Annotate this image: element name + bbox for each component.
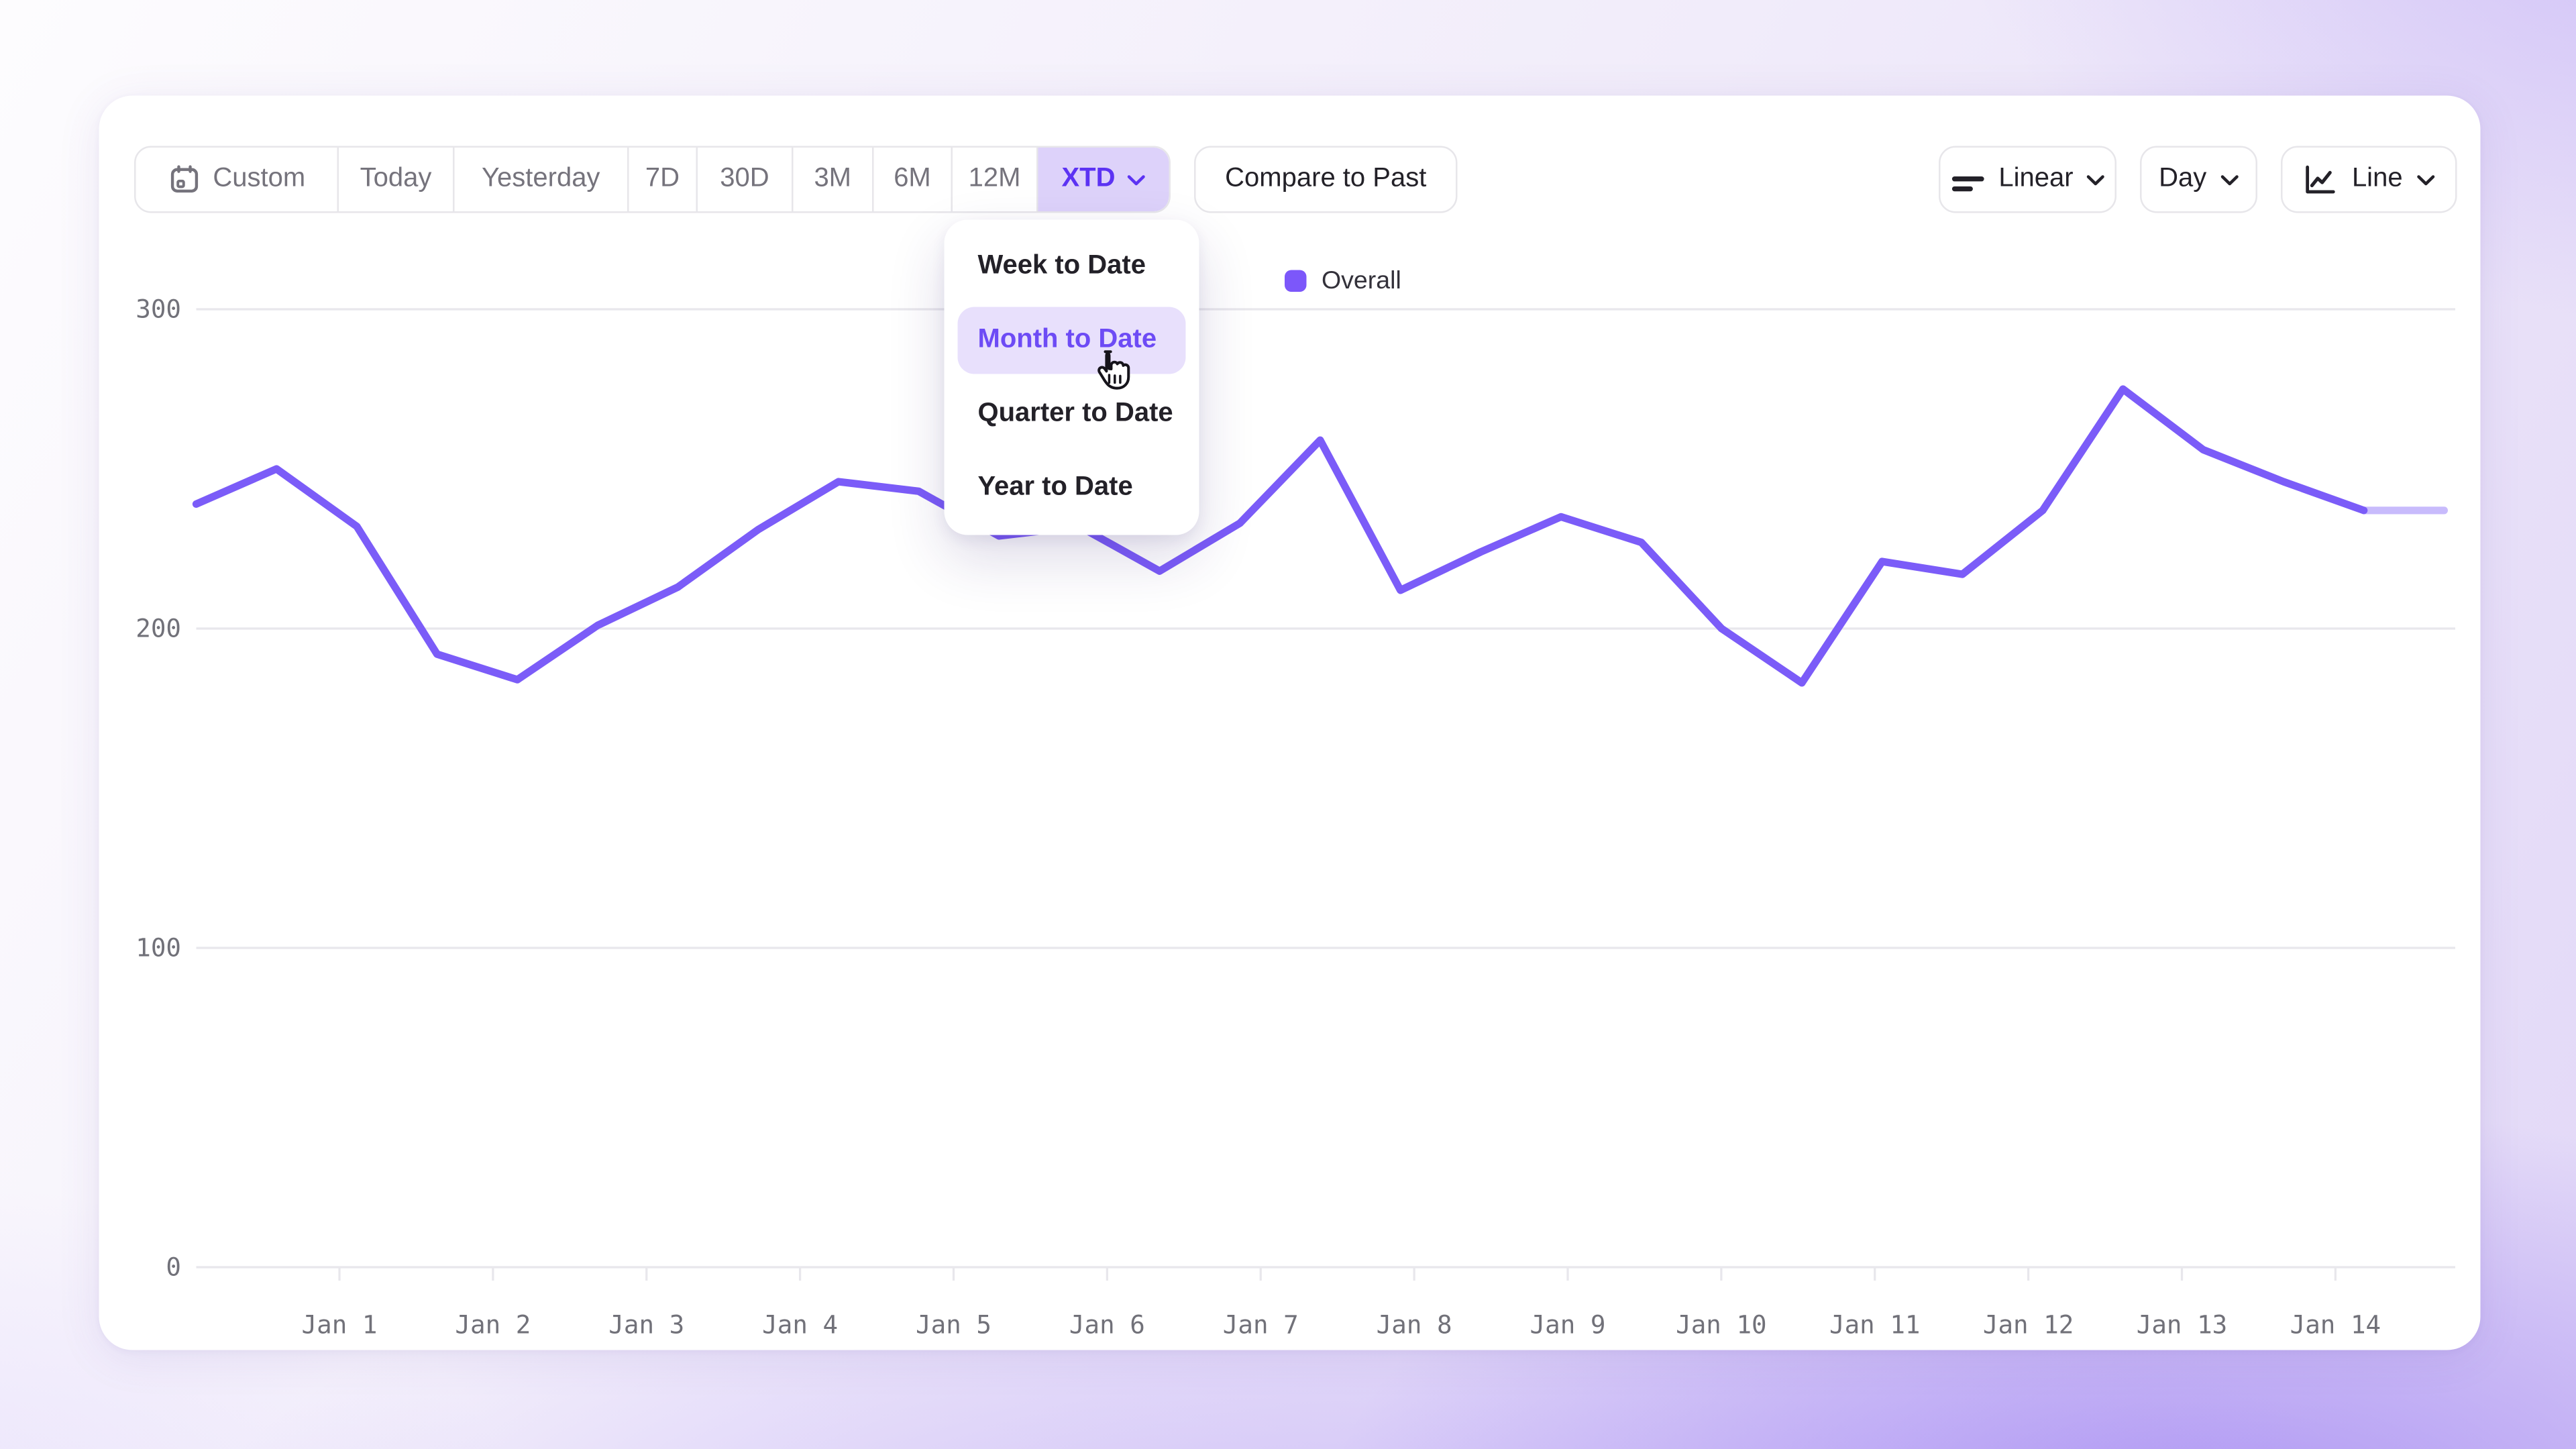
x-axis-label: Jan 6 — [1069, 1310, 1145, 1340]
calendar-icon — [168, 163, 201, 197]
page: 0 100 200 300 Jan 1 Jan 2 Jan 3 Jan 4 Jan 5 Jan 6… — [0, 0, 2576, 1449]
range-button-yesterday[interactable]: Yesterday — [455, 148, 629, 211]
chevron-down-icon — [2416, 174, 2435, 186]
x-axis-label: Jan 9 — [1530, 1310, 1606, 1340]
chevron-down-icon — [2087, 174, 2106, 186]
range-button-30d[interactable]: 30D — [698, 148, 794, 211]
line-chart-icon — [2303, 162, 2339, 197]
compare-to-past-label: Compare to Past — [1225, 164, 1426, 195]
granularity-select-label: Day — [2159, 164, 2206, 195]
chart-card: 0 100 200 300 Jan 1 Jan 2 Jan 3 Jan 4 Jan 5 Jan 6… — [99, 96, 2481, 1350]
toolbar: Custom Today Yesterday 7D 30D 3M 6M 12M … — [134, 146, 2457, 213]
compare-to-past-button[interactable]: Compare to Past — [1194, 146, 1458, 213]
x-axis-label: Jan 7 — [1223, 1310, 1299, 1340]
range-button-6m[interactable]: 6M — [874, 148, 953, 211]
series-line-overall — [197, 389, 2364, 683]
chart-type-select-label: Line — [2352, 164, 2403, 195]
x-axis-label: Jan 10 — [1676, 1310, 1766, 1340]
menu-item-week-to-date[interactable]: Week to Date — [958, 233, 1186, 301]
chart-options-cluster: Linear Day Line — [1939, 146, 2457, 213]
x-axis-label: Jan 2 — [455, 1310, 531, 1340]
range-button-xtd[interactable]: XTD — [1038, 148, 1169, 211]
menu-item-month-to-date[interactable]: Month to Date — [958, 307, 1186, 374]
range-button-label: Today — [360, 164, 432, 195]
chart-type-select-button[interactable]: Line — [2281, 146, 2457, 213]
x-axis-label: Jan 5 — [916, 1310, 991, 1340]
x-axis-label: Jan 12 — [1983, 1310, 2074, 1340]
range-button-label: 12M — [969, 164, 1021, 195]
menu-item-quarter-to-date[interactable]: Quarter to Date — [958, 381, 1186, 448]
range-button-12m[interactable]: 12M — [953, 148, 1038, 211]
range-button-7d[interactable]: 7D — [629, 148, 698, 211]
menu-item-year-to-date[interactable]: Year to Date — [958, 455, 1186, 522]
x-axis-label: Jan 13 — [2137, 1310, 2227, 1340]
x-axis-label: Jan 3 — [608, 1310, 684, 1340]
range-button-3m[interactable]: 3M — [794, 148, 874, 211]
menu-item-label: Week to Date — [978, 252, 1146, 282]
granularity-select-button[interactable]: Day — [2140, 146, 2257, 213]
scale-select-button[interactable]: Linear — [1939, 146, 2116, 213]
scale-select-label: Linear — [1998, 164, 2073, 195]
xtd-dropdown-menu: Week to Date Month to Date Quarter to Da… — [945, 220, 1199, 535]
x-axis-label: Jan 11 — [1829, 1310, 1920, 1340]
menu-item-label: Year to Date — [978, 473, 1133, 503]
linear-scale-icon — [1950, 162, 1986, 197]
range-button-label: XTD — [1062, 164, 1116, 195]
legend-swatch-overall — [1285, 270, 1307, 292]
y-axis-label-100: 100 — [136, 933, 181, 963]
x-axis-label: Jan 4 — [762, 1310, 838, 1340]
x-axis-label: Jan 8 — [1377, 1310, 1452, 1340]
y-axis-label-300: 300 — [136, 294, 181, 324]
legend: Overall — [1285, 267, 1401, 296]
hand-cursor-icon — [1092, 349, 1132, 396]
range-button-today[interactable]: Today — [339, 148, 455, 211]
x-axis-label: Jan 14 — [2290, 1310, 2381, 1340]
y-axis-label-0: 0 — [166, 1252, 181, 1282]
chevron-down-icon — [1127, 174, 1146, 186]
date-range-segmented-control: Custom Today Yesterday 7D 30D 3M 6M 12M … — [134, 146, 1171, 213]
menu-item-label: Quarter to Date — [978, 399, 1173, 429]
range-button-label: 3M — [814, 164, 851, 195]
range-button-label: Yesterday — [482, 164, 600, 195]
range-button-label: 6M — [894, 164, 931, 195]
y-axis-label-200: 200 — [136, 614, 181, 643]
legend-label: Overall — [1322, 267, 1401, 296]
range-button-label: 7D — [645, 164, 680, 195]
x-axis-label: Jan 1 — [302, 1310, 378, 1340]
range-button-label: Custom — [213, 164, 305, 195]
range-button-custom[interactable]: Custom — [136, 148, 339, 211]
chevron-down-icon — [2220, 174, 2239, 186]
range-button-label: 30D — [720, 164, 769, 195]
